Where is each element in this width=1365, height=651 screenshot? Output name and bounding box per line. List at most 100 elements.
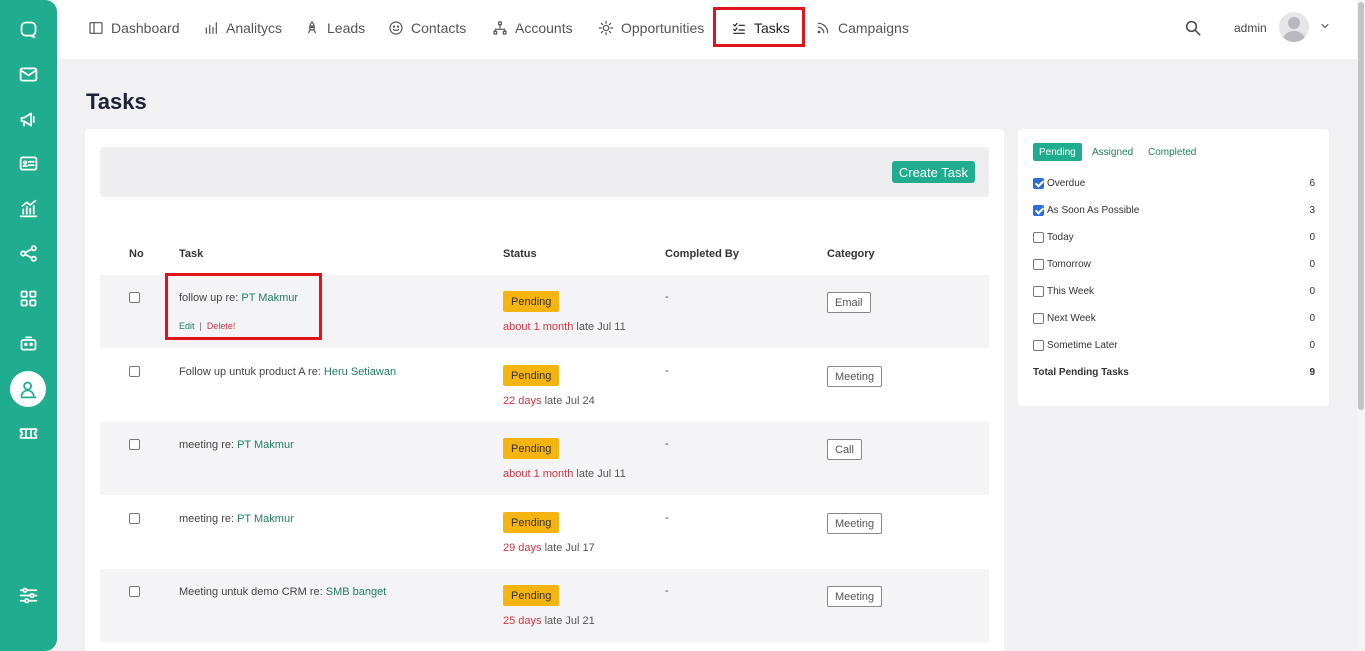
due-info: 22 days late Jul 24 — [503, 395, 595, 407]
search-icon — [1185, 20, 1201, 36]
share-icon[interactable] — [10, 235, 46, 271]
filter-next-week[interactable]: Next Week 0 — [1033, 312, 1315, 326]
table-row: Meeting untuk demo CRM re: SMB banget Pe… — [100, 569, 989, 642]
status-badge: Pending — [503, 585, 560, 606]
avatar[interactable] — [1279, 12, 1309, 42]
sidebar — [0, 0, 57, 651]
column-header-category: Category — [827, 248, 875, 260]
nav-leads[interactable]: Leads — [304, 17, 365, 39]
user-profile-icon[interactable] — [10, 371, 46, 407]
id-card-icon[interactable] — [10, 145, 46, 181]
scrollbar-thumb[interactable] — [1358, 2, 1364, 410]
filter-tomorrow[interactable]: Tomorrow 0 — [1033, 258, 1315, 272]
nav-label: Analitycs — [226, 20, 283, 36]
completed-by: - — [665, 438, 669, 450]
filter-label: Tomorrow — [1047, 259, 1091, 270]
filter-checkbox[interactable] — [1033, 313, 1044, 324]
filter-sometime-later[interactable]: Sometime Later 0 — [1033, 339, 1315, 353]
overdue-duration: 22 days — [503, 395, 542, 407]
filter-label: Today — [1047, 232, 1074, 243]
related-link[interactable]: Heru Setiawan — [324, 366, 396, 378]
overdue-duration: about 1 month — [503, 321, 574, 333]
hierarchy-icon — [493, 21, 507, 35]
due-date: late Jul 17 — [541, 542, 595, 554]
user-menu-toggle[interactable] — [1319, 20, 1333, 34]
apps-grid-icon[interactable] — [10, 280, 46, 316]
filter-checkbox[interactable] — [1033, 232, 1044, 243]
nav-label: Contacts — [411, 20, 467, 36]
nav-label: Opportunities — [621, 20, 705, 36]
nav-dashboard[interactable]: Dashboard — [88, 17, 180, 39]
category-badge: Call — [827, 439, 862, 460]
bar-chart-icon — [205, 22, 217, 34]
column-header-task: Task — [179, 248, 204, 260]
tasks-panel: Create Task No Task Status Completed By … — [85, 129, 1004, 651]
due-info: about 1 month late Jul 11 — [503, 321, 626, 333]
task-highlight-box — [165, 273, 322, 340]
nav-campaigns[interactable]: Campaigns — [815, 17, 909, 39]
nav-analytics[interactable]: Analitycs — [203, 17, 282, 39]
row-checkbox[interactable] — [129, 292, 140, 303]
user-name[interactable]: admin — [1234, 21, 1267, 35]
settings-sliders-icon[interactable] — [10, 577, 46, 613]
task-title-text: meeting re: — [179, 439, 238, 451]
total-count: 9 — [1309, 367, 1315, 378]
search-button[interactable] — [1184, 19, 1204, 39]
filter-today[interactable]: Today 0 — [1033, 231, 1315, 245]
smile-icon — [389, 21, 403, 35]
task-title: meeting re: PT Makmur — [179, 513, 294, 525]
table-row: Follow up untuk product A re: Heru Setia… — [100, 349, 989, 422]
create-task-button[interactable]: Create Task — [891, 161, 975, 183]
category-badge: Email — [827, 292, 871, 313]
filter-count: 0 — [1309, 313, 1315, 324]
chevron-down-icon — [1321, 24, 1329, 28]
filter-this-week[interactable]: This Week 0 — [1033, 285, 1315, 299]
filter-checkbox[interactable] — [1033, 286, 1044, 297]
row-checkbox[interactable] — [129, 439, 140, 450]
due-info: about 1 month late Jul 11 — [503, 468, 626, 480]
chat-icon[interactable] — [10, 11, 46, 47]
task-title: Meeting untuk demo CRM re: SMB banget — [179, 586, 386, 598]
column-header-status: Status — [503, 248, 537, 260]
filter-checkbox[interactable] — [1033, 340, 1044, 351]
tab-pending[interactable]: Pending — [1033, 143, 1082, 161]
completed-by: - — [665, 291, 669, 303]
due-info: 25 days late Jul 21 — [503, 615, 595, 627]
nav-accounts[interactable]: Accounts — [492, 17, 573, 39]
nav-label: Dashboard — [111, 20, 180, 36]
filter-overdue[interactable]: Overdue 6 — [1033, 177, 1315, 191]
megaphone-icon[interactable] — [10, 101, 46, 137]
nav-contacts[interactable]: Contacts — [388, 17, 466, 39]
tab-completed[interactable]: Completed — [1142, 143, 1202, 161]
mail-icon[interactable] — [10, 56, 46, 92]
row-checkbox[interactable] — [129, 513, 140, 524]
nav-opportunities[interactable]: Opportunities — [598, 17, 704, 39]
filter-checkbox[interactable] — [1033, 178, 1044, 189]
nav-label: Accounts — [515, 20, 573, 36]
row-checkbox[interactable] — [129, 366, 140, 377]
filter-asap[interactable]: As Soon As Possible 3 — [1033, 204, 1315, 218]
top-navbar: Dashboard Analitycs Leads Contacts Accou… — [57, 0, 1357, 59]
ticket-icon[interactable] — [10, 415, 46, 451]
filter-label: This Week — [1047, 286, 1095, 297]
filter-checkbox[interactable] — [1033, 205, 1044, 216]
tab-assigned[interactable]: Assigned — [1086, 143, 1139, 161]
related-link[interactable]: SMB banget — [326, 586, 387, 598]
row-checkbox[interactable] — [129, 586, 140, 597]
filter-count: 0 — [1309, 232, 1315, 243]
rocket-icon — [308, 21, 316, 34]
filter-checkbox[interactable] — [1033, 259, 1044, 270]
robot-icon[interactable] — [10, 325, 46, 361]
due-info: 29 days late Jul 17 — [503, 542, 595, 554]
tasks-toolbar: Create Task — [100, 147, 989, 197]
due-date: late Jul 11 — [573, 321, 626, 333]
dashboard-icon — [89, 22, 103, 34]
page-scrollbar[interactable] — [1357, 0, 1365, 651]
completed-by: - — [665, 365, 669, 377]
analytics-icon[interactable] — [10, 190, 46, 226]
sun-icon — [598, 20, 614, 36]
category-badge: Meeting — [827, 586, 883, 607]
related-link[interactable]: PT Makmur — [237, 439, 294, 451]
related-link[interactable]: PT Makmur — [237, 513, 294, 525]
column-header-completed-by: Completed By — [665, 248, 739, 260]
